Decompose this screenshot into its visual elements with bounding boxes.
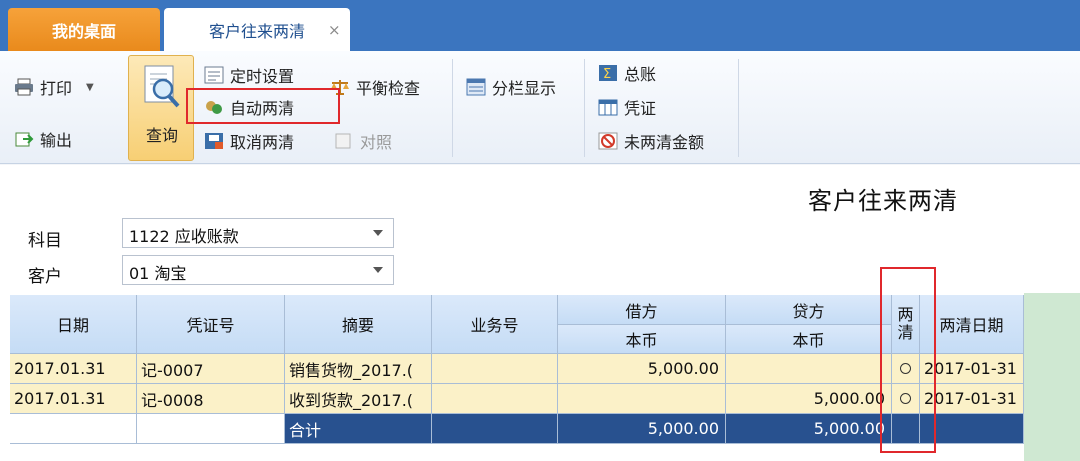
cell-summary[interactable]: 收到货款_2017.( (285, 384, 432, 414)
subject-value: 1122 应收账款 (129, 227, 239, 246)
total-cell-blank (137, 414, 285, 444)
total-business-no (432, 414, 558, 444)
general-ledger-label: 总账 (624, 65, 657, 84)
cancel-clear-button[interactable]: 取消两清 (204, 129, 294, 153)
customer-value: 01 淘宝 (129, 264, 187, 283)
total-debit: 5,000.00 (558, 414, 726, 444)
cell-summary[interactable]: 销售货物_2017.( (285, 354, 432, 384)
export-button[interactable]: 输出 (14, 127, 72, 151)
header-business-no[interactable]: 业务号 (432, 295, 558, 354)
cell-date[interactable]: 2017.01.31 (10, 384, 137, 414)
export-icon (14, 130, 34, 148)
checkbox-icon (334, 132, 354, 150)
subject-label: 科目 (28, 231, 62, 251)
header-debit-local[interactable]: 本币 (558, 325, 726, 354)
dropdown-arrow-icon[interactable] (373, 230, 383, 236)
query-button[interactable]: 查询 (128, 55, 194, 161)
columns-icon (466, 78, 486, 96)
total-cell-blank (10, 414, 137, 444)
header-debit[interactable]: 借方 (558, 295, 726, 325)
customer-label: 客户 (28, 267, 62, 287)
printer-icon (14, 78, 34, 96)
balance-check-label: 平衡检查 (356, 79, 421, 98)
subject-select[interactable]: 1122 应收账款 (122, 218, 394, 248)
cell-debit[interactable] (558, 384, 726, 414)
cell-voucher-no[interactable]: 记-0008 (137, 384, 285, 414)
voucher-button[interactable]: 凭证 (598, 95, 656, 119)
table-empty-area (1024, 293, 1080, 461)
header-summary[interactable]: 摘要 (285, 295, 432, 354)
annotation-box-auto-clear (186, 88, 340, 124)
uncleared-amount-button[interactable]: 未两清金额 (598, 129, 704, 153)
schedule-setting-button[interactable]: 定时设置 (204, 63, 294, 87)
toolbar-separator (738, 59, 739, 157)
compare-label: 对照 (360, 133, 393, 152)
print-button[interactable]: 打印 ▼ (14, 75, 94, 99)
tab-bar: 我的桌面 客户往来两清 × (0, 0, 1080, 51)
uncleared-amount-label: 未两清金额 (624, 133, 705, 152)
dropdown-arrow-icon[interactable]: ▼ (86, 82, 94, 93)
list-icon (204, 66, 224, 84)
cell-business-no[interactable] (432, 354, 558, 384)
close-icon[interactable]: × (328, 21, 341, 39)
split-display-label: 分栏显示 (492, 79, 557, 98)
tab-home[interactable]: 我的桌面 (8, 8, 160, 51)
total-credit: 5,000.00 (726, 414, 892, 444)
query-label: 查询 (145, 126, 178, 145)
ribbon-toolbar: 打印 ▼ 输出 查询 定时设置 自动两清 取消两清 平衡检查 对照 分栏显示 Σ… (0, 51, 1080, 164)
cell-credit[interactable] (726, 354, 892, 384)
cell-business-no[interactable] (432, 384, 558, 414)
cell-date[interactable]: 2017.01.31 (10, 354, 137, 384)
header-credit[interactable]: 贷方 (726, 295, 892, 325)
header-voucher-no[interactable]: 凭证号 (137, 295, 285, 354)
total-label: 合计 (285, 414, 432, 444)
sigma-icon: Σ (598, 64, 618, 82)
svg-text:Σ: Σ (603, 67, 611, 82)
magnifier-icon (143, 64, 183, 110)
cancel-clear-label: 取消两清 (230, 133, 295, 152)
header-date[interactable]: 日期 (10, 295, 137, 354)
voucher-icon (598, 98, 618, 116)
general-ledger-button[interactable]: Σ 总账 (598, 61, 656, 85)
dropdown-arrow-icon[interactable] (373, 267, 383, 273)
tab-customer-clearing[interactable]: 客户往来两清 (164, 8, 350, 51)
cell-debit[interactable]: 5,000.00 (558, 354, 726, 384)
toolbar-separator (452, 59, 453, 157)
compare-button[interactable]: 对照 (334, 129, 392, 153)
schedule-setting-label: 定时设置 (230, 67, 295, 86)
export-label: 输出 (40, 131, 73, 150)
cell-voucher-no[interactable]: 记-0007 (137, 354, 285, 384)
customer-select[interactable]: 01 淘宝 (122, 255, 394, 285)
cancel-clear-icon (204, 132, 224, 150)
balance-check-button[interactable]: 平衡检查 (330, 75, 420, 99)
no-entry-icon (598, 132, 618, 150)
header-credit-local[interactable]: 本币 (726, 325, 892, 354)
app-window: 我的桌面 客户往来两清 × 打印 ▼ 输出 查询 定时设置 自动两清 取消两清 … (0, 0, 1080, 461)
annotation-box-cleared-column (880, 267, 936, 453)
cell-credit[interactable]: 5,000.00 (726, 384, 892, 414)
split-display-button[interactable]: 分栏显示 (466, 75, 556, 99)
print-label: 打印 (40, 79, 73, 98)
report-title: 客户往来两清 (808, 187, 958, 215)
toolbar-separator (584, 59, 585, 157)
voucher-label: 凭证 (624, 99, 657, 118)
